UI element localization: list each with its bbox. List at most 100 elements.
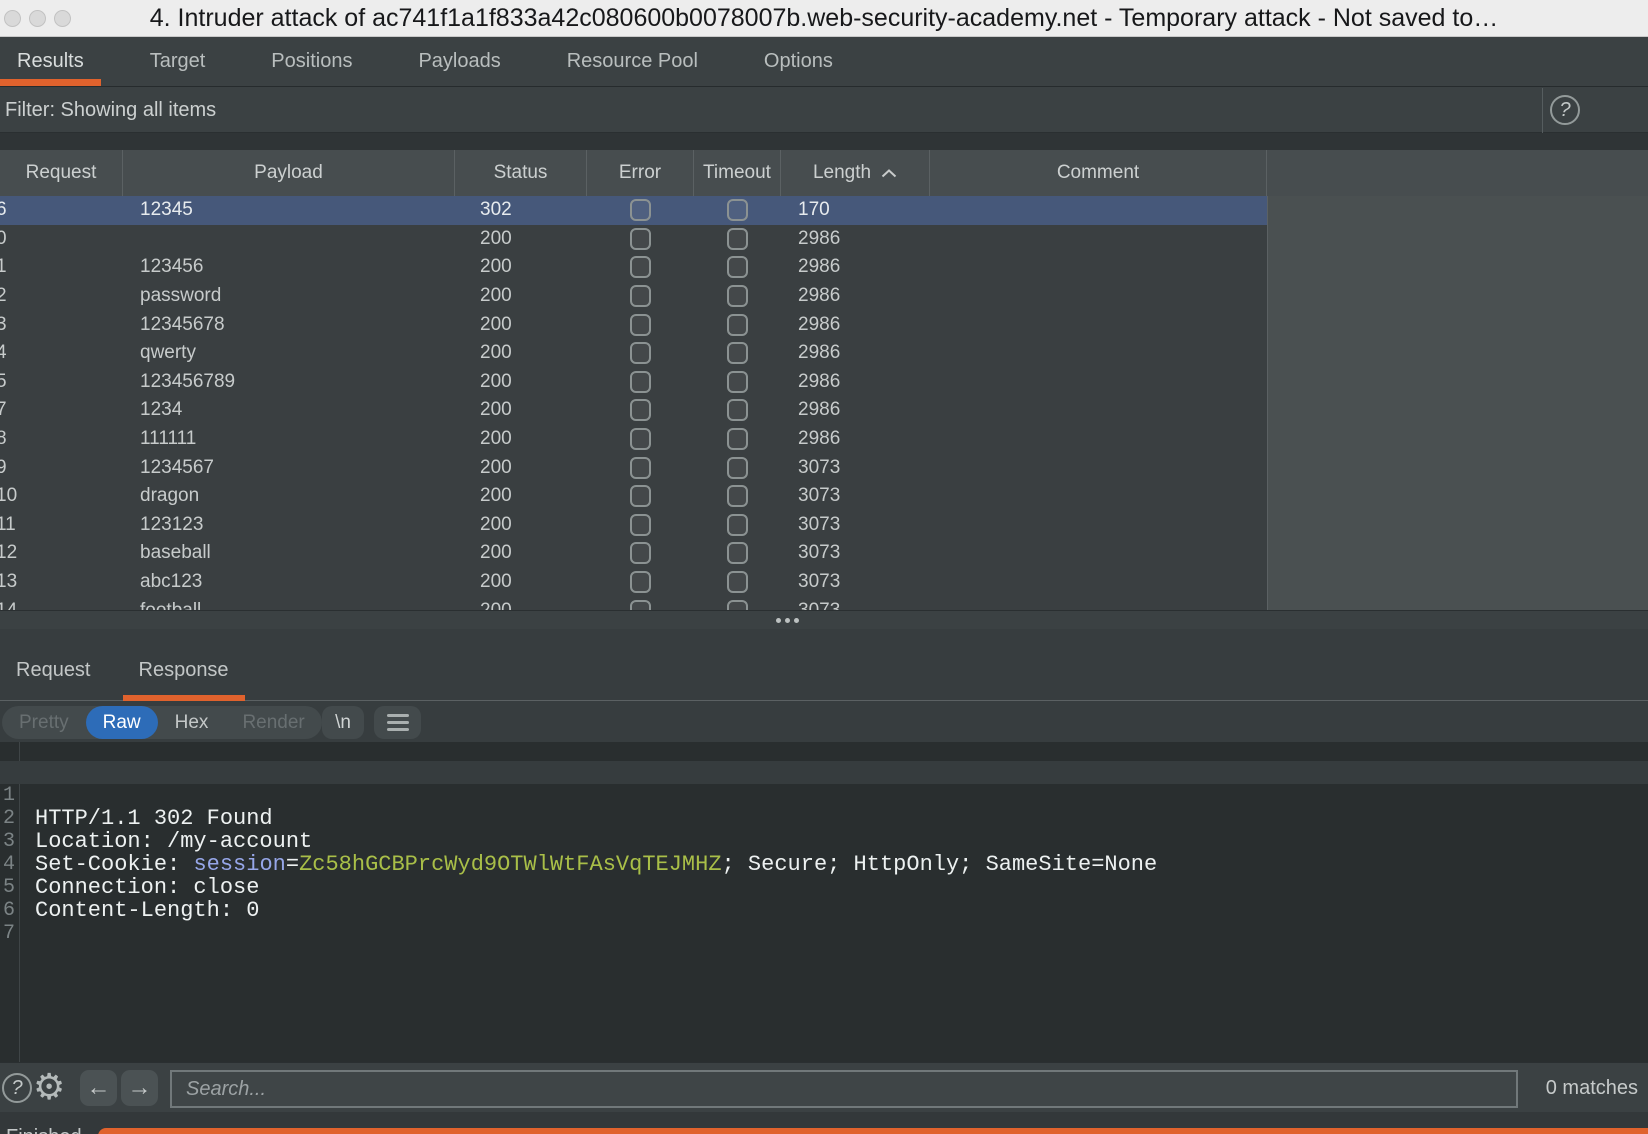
cell-payload: 1234 [123, 399, 455, 421]
timeout-checkbox [727, 285, 748, 307]
tab-request[interactable]: Request [0, 629, 107, 700]
column-header-comment[interactable]: Comment [930, 150, 1267, 196]
timeout-checkbox [727, 514, 748, 536]
table-row[interactable]: 3 12345678 200 2986 [0, 310, 1267, 339]
tab-results[interactable]: Results [0, 37, 101, 86]
column-header-timeout[interactable]: Timeout [694, 150, 781, 196]
previous-match-button[interactable]: ← [80, 1070, 117, 1106]
editor-menu-button[interactable] [374, 706, 421, 739]
cell-error [587, 256, 694, 278]
cell-error [587, 342, 694, 364]
table-row[interactable]: 2 password 200 2986 [0, 282, 1267, 311]
tab-payloads[interactable]: Payloads [401, 37, 517, 86]
timeout-checkbox [727, 199, 748, 221]
filter-bar[interactable]: Filter: Showing all items [0, 88, 1648, 133]
cell-length: 2986 [781, 399, 930, 421]
search-settings-gear-icon[interactable]: ⚙︎ [33, 1067, 65, 1107]
table-row[interactable]: 7 1234 200 2986 [0, 396, 1267, 425]
column-header-status[interactable]: Status [455, 150, 587, 196]
tab-positions[interactable]: Positions [254, 37, 369, 86]
filter-summary: Filter: Showing all items [5, 99, 216, 122]
table-row[interactable]: 13 abc123 200 3073 [0, 568, 1267, 597]
cell-payload: 123123 [123, 514, 455, 536]
cell-timeout [694, 371, 781, 393]
table-row[interactable]: 8 111111 200 2986 [0, 425, 1267, 454]
table-row[interactable]: 4 qwerty 200 2986 [0, 339, 1267, 368]
tab-target[interactable]: Target [133, 37, 223, 86]
view-mode-raw[interactable]: Raw [86, 706, 158, 739]
search-help-icon[interactable]: ? [2, 1073, 32, 1103]
view-mode-render: Render [225, 706, 321, 739]
timeout-checkbox [727, 371, 748, 393]
error-checkbox [630, 571, 651, 593]
tab-response[interactable]: Response [123, 629, 245, 700]
view-mode-hex[interactable]: Hex [158, 706, 226, 739]
cell-timeout [694, 285, 781, 307]
cell-request: 6 [0, 199, 123, 221]
cell-timeout [694, 457, 781, 479]
view-mode-pretty: Pretty [2, 706, 86, 739]
show-newlines-button[interactable]: \n [322, 706, 364, 739]
cell-payload: baseball [123, 542, 455, 564]
table-row[interactable]: 11 123123 200 3073 [0, 511, 1267, 540]
cell-payload: 111111 [123, 428, 455, 450]
column-header-length[interactable]: Length [781, 150, 930, 196]
next-match-button[interactable]: → [121, 1070, 158, 1106]
zoom-button[interactable] [54, 10, 71, 27]
cell-status: 200 [455, 256, 587, 278]
table-row[interactable]: 1 123456 200 2986 [0, 253, 1267, 282]
error-checkbox [630, 342, 651, 364]
code-line: 6 [0, 876, 1648, 899]
cell-timeout [694, 485, 781, 507]
cell-status: 200 [455, 371, 587, 393]
tab-resource-pool[interactable]: Resource Pool [550, 37, 715, 86]
tab-options[interactable]: Options [747, 37, 850, 86]
attack-progress-bar [98, 1128, 1648, 1134]
response-editor[interactable]: 1 HTTP/1.1 302 Found 2 Location: /my-acc… [0, 742, 1648, 1062]
cell-payload: qwerty [123, 342, 455, 364]
sort-ascending-icon [881, 169, 897, 178]
cell-length: 2986 [781, 228, 930, 250]
cell-request: 11 [0, 514, 123, 536]
minimize-button[interactable] [29, 10, 46, 27]
table-row[interactable]: 6 12345 302 170 [0, 196, 1267, 225]
attack-status-label: Finished [6, 1126, 82, 1134]
table-row[interactable]: 10 dragon 200 3073 [0, 482, 1267, 511]
cell-timeout [694, 399, 781, 421]
cell-error [587, 571, 694, 593]
close-button[interactable] [4, 10, 21, 27]
cell-request: 12 [0, 542, 123, 564]
error-checkbox [630, 399, 651, 421]
results-table-body: 6 12345 302 170 0 200 2986 1 123456 200 [0, 196, 1648, 610]
cell-status: 200 [455, 485, 587, 507]
cell-request: 1 [0, 256, 123, 278]
cell-timeout [694, 571, 781, 593]
table-row[interactable]: 14 football 200 3073 [0, 596, 1267, 610]
cell-error [587, 457, 694, 479]
cell-timeout [694, 314, 781, 336]
table-row[interactable]: 0 200 2986 [0, 225, 1267, 254]
main-tab-bar: Results Target Positions Payloads Resour… [0, 37, 1648, 87]
cell-request: 8 [0, 428, 123, 450]
column-header-request[interactable]: Request [0, 150, 123, 196]
cell-length: 170 [781, 199, 930, 221]
filter-help-icon[interactable]: ? [1550, 95, 1580, 125]
code-line: 7 [0, 899, 1648, 922]
column-header-error[interactable]: Error [587, 150, 694, 196]
timeout-checkbox [727, 228, 748, 250]
column-header-payload[interactable]: Payload [123, 150, 455, 196]
search-input[interactable] [170, 1070, 1518, 1108]
error-checkbox [630, 457, 651, 479]
cell-request: 13 [0, 571, 123, 593]
timeout-checkbox [727, 342, 748, 364]
table-row[interactable]: 5 123456789 200 2986 [0, 368, 1267, 397]
title-bar: 4. Intruder attack of ac741f1a1f833a42c0… [0, 0, 1648, 37]
cell-error [587, 228, 694, 250]
cell-payload: password [123, 285, 455, 307]
cell-length: 2986 [781, 342, 930, 364]
table-row[interactable]: 9 1234567 200 3073 [0, 453, 1267, 482]
cell-payload: 123456 [123, 256, 455, 278]
panel-splitter[interactable] [0, 610, 1648, 629]
table-row[interactable]: 12 baseball 200 3073 [0, 539, 1267, 568]
timeout-checkbox [727, 428, 748, 450]
